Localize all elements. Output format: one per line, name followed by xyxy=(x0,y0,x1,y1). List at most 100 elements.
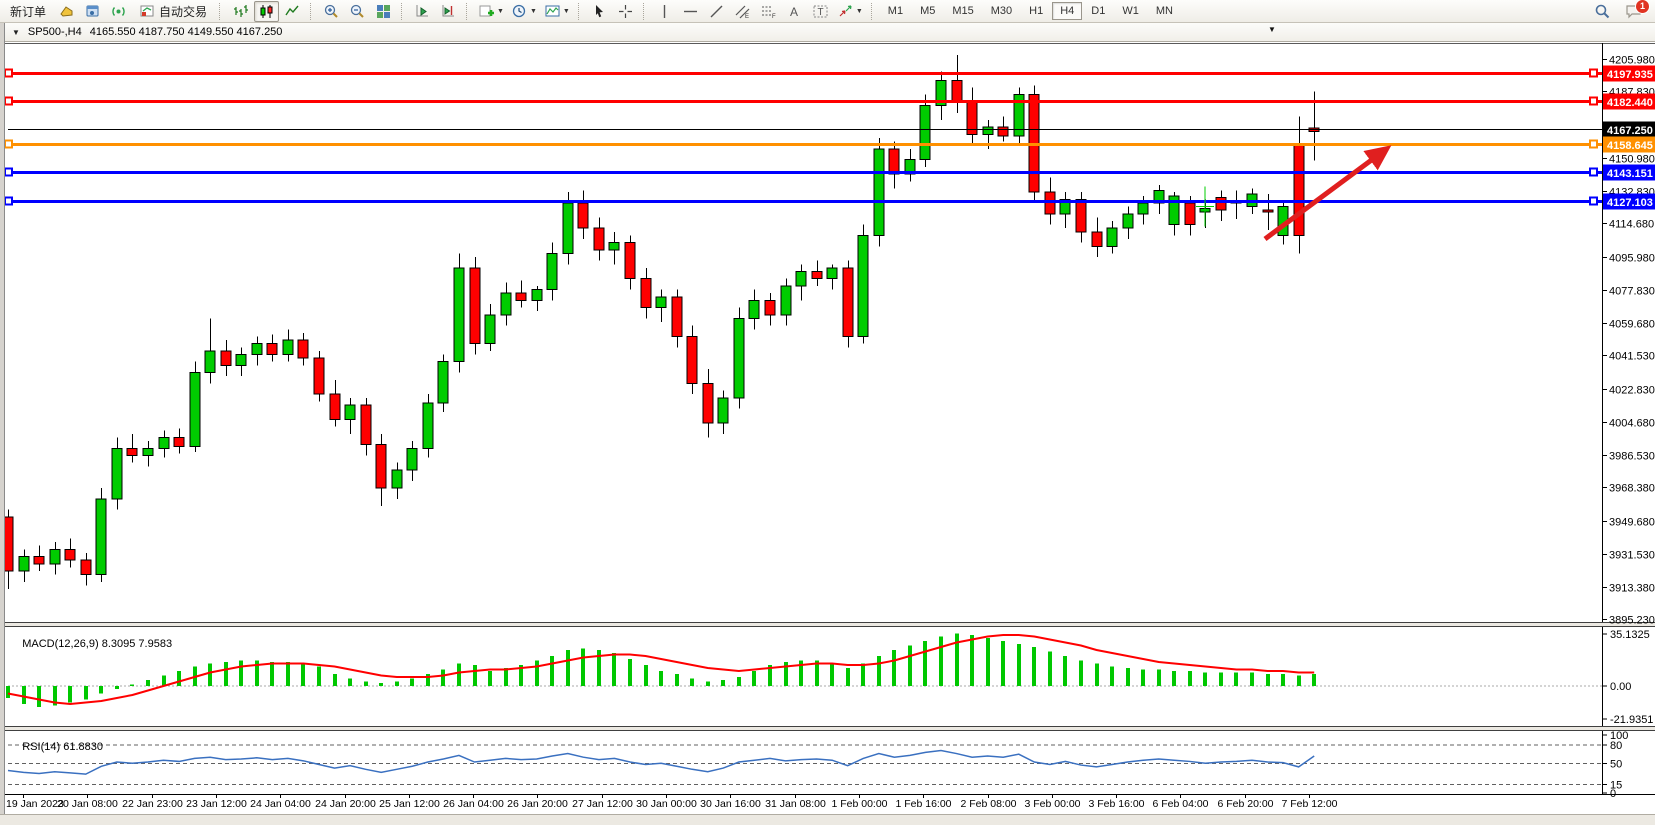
candle-body xyxy=(1138,203,1148,214)
notifications-button[interactable]: 1 xyxy=(1621,1,1646,22)
macd-bar xyxy=(861,664,865,687)
line-chart-button[interactable] xyxy=(280,1,305,22)
timeframe-h4-button[interactable]: H4 xyxy=(1052,2,1082,20)
vertical-line-icon xyxy=(656,3,673,20)
timeframe-h1-button[interactable]: H1 xyxy=(1021,2,1051,20)
profiles-button[interactable] xyxy=(80,1,105,22)
chart-symbol-title: SP500-,H4 xyxy=(28,26,82,38)
crosshair-button[interactable] xyxy=(613,1,638,22)
chart-dropdown-arrow-icon[interactable]: ▼ xyxy=(1268,25,1276,34)
templates-icon xyxy=(544,3,561,20)
line-anchor xyxy=(5,141,12,148)
candle-body xyxy=(96,499,106,575)
bar-chart-button[interactable] xyxy=(228,1,253,22)
svg-text:T: T xyxy=(817,7,823,18)
tile-windows-button[interactable] xyxy=(371,1,396,22)
macd-bar xyxy=(1063,656,1067,686)
candlestick-chart-button[interactable] xyxy=(254,1,279,22)
macd-bar xyxy=(146,680,150,686)
svg-text:4143.151: 4143.151 xyxy=(1607,168,1653,180)
svg-text:25 Jan 12:00: 25 Jan 12:00 xyxy=(379,798,440,810)
candle-body xyxy=(330,394,340,419)
svg-text:50: 50 xyxy=(1610,758,1622,770)
timeframe-w1-button[interactable]: W1 xyxy=(1114,2,1147,20)
candle-body xyxy=(454,268,464,362)
new-chart-button[interactable] xyxy=(54,1,79,22)
horizontal-line-button[interactable] xyxy=(678,1,703,22)
new-order-button[interactable]: 新订单 xyxy=(3,2,53,21)
macd-bar xyxy=(1048,652,1052,687)
collapse-arrow-icon[interactable]: ▼ xyxy=(12,28,20,37)
bar-chart-icon xyxy=(232,3,249,20)
equidistant-channel-button[interactable]: E xyxy=(730,1,755,22)
zoom-out-button[interactable] xyxy=(345,1,370,22)
line-chart-icon xyxy=(284,3,301,20)
trendline-button[interactable] xyxy=(704,1,729,22)
tile-windows-icon xyxy=(375,3,392,20)
candle-body xyxy=(345,405,355,419)
svg-text:27 Jan 12:00: 27 Jan 12:00 xyxy=(572,798,633,810)
svg-text:4167.250: 4167.250 xyxy=(1607,125,1653,137)
chart-canvas[interactable]: 35.13250.00-21.935110080501504205.980418… xyxy=(0,0,1655,825)
svg-text:26 Jan 04:00: 26 Jan 04:00 xyxy=(443,798,504,810)
svg-text:4197.935: 4197.935 xyxy=(1607,69,1653,81)
macd-bar xyxy=(1079,661,1083,687)
templates-button[interactable]: ▼ xyxy=(541,1,573,22)
macd-bar xyxy=(706,682,710,687)
candle-body xyxy=(889,149,899,174)
rsi-name: RSI(14) xyxy=(22,741,60,753)
candle-body xyxy=(1076,199,1086,231)
candle-body xyxy=(1123,214,1133,228)
vertical-line-button[interactable] xyxy=(652,1,677,22)
svg-text:26 Jan 20:00: 26 Jan 20:00 xyxy=(507,798,568,810)
macd-bar xyxy=(1017,644,1021,686)
candle-body xyxy=(983,127,993,134)
trend-arrow[interactable] xyxy=(1265,150,1385,239)
svg-text:20 Jan 08:00: 20 Jan 08:00 xyxy=(57,798,118,810)
candle-body xyxy=(547,253,557,289)
add-indicator-button[interactable]: ▼ xyxy=(475,1,507,22)
auto-trading-button[interactable]: 自动交易 xyxy=(132,1,214,22)
timeframe-m1-button[interactable]: M1 xyxy=(880,2,911,20)
macd-bar xyxy=(908,646,912,687)
candle-body xyxy=(532,290,542,301)
auto-trading-icon xyxy=(139,3,156,20)
candle-body xyxy=(749,300,759,318)
svg-text:4059.680: 4059.680 xyxy=(1609,319,1655,331)
candle-body xyxy=(190,373,200,447)
cursor-button[interactable] xyxy=(587,1,612,22)
macd-bar xyxy=(37,686,41,707)
text-button[interactable]: A xyxy=(782,1,807,22)
candle-body xyxy=(1294,145,1304,235)
timeframe-m15-button[interactable]: M15 xyxy=(944,2,981,20)
macd-bar xyxy=(177,671,181,686)
timeframe-mn-button[interactable]: MN xyxy=(1148,2,1181,20)
timeframe-m5-button[interactable]: M5 xyxy=(912,2,943,20)
text-label-button[interactable]: T xyxy=(808,1,833,22)
timeframe-d1-button[interactable]: D1 xyxy=(1083,2,1113,20)
signals-button[interactable] xyxy=(106,1,131,22)
auto-scroll-button[interactable] xyxy=(410,1,435,22)
macd-bar xyxy=(535,661,539,687)
candle-body xyxy=(765,300,775,314)
search-button[interactable] xyxy=(1590,1,1615,22)
macd-bar xyxy=(737,677,741,686)
arrows-button[interactable]: ▼ xyxy=(834,1,866,22)
fibonacci-button[interactable]: F xyxy=(756,1,781,22)
chart-shift-button[interactable] xyxy=(436,1,461,22)
candle-body xyxy=(19,557,29,571)
timeframe-m30-button[interactable]: M30 xyxy=(983,2,1020,20)
svg-text:7 Feb 12:00: 7 Feb 12:00 xyxy=(1281,798,1337,810)
macd-values: 8.3095 7.9583 xyxy=(102,638,172,650)
toolbar-separator xyxy=(466,3,470,20)
zoom-in-button[interactable] xyxy=(319,1,344,22)
candle-body xyxy=(392,470,402,488)
periods-button[interactable]: ▼ xyxy=(508,1,540,22)
chart-shift-icon xyxy=(440,3,457,20)
candle-body xyxy=(796,272,806,286)
signal-icon xyxy=(110,3,127,20)
svg-text:F: F xyxy=(772,14,776,20)
candle-body xyxy=(485,315,495,344)
svg-text:30 Jan 00:00: 30 Jan 00:00 xyxy=(636,798,697,810)
svg-text:3949.680: 3949.680 xyxy=(1609,517,1655,529)
